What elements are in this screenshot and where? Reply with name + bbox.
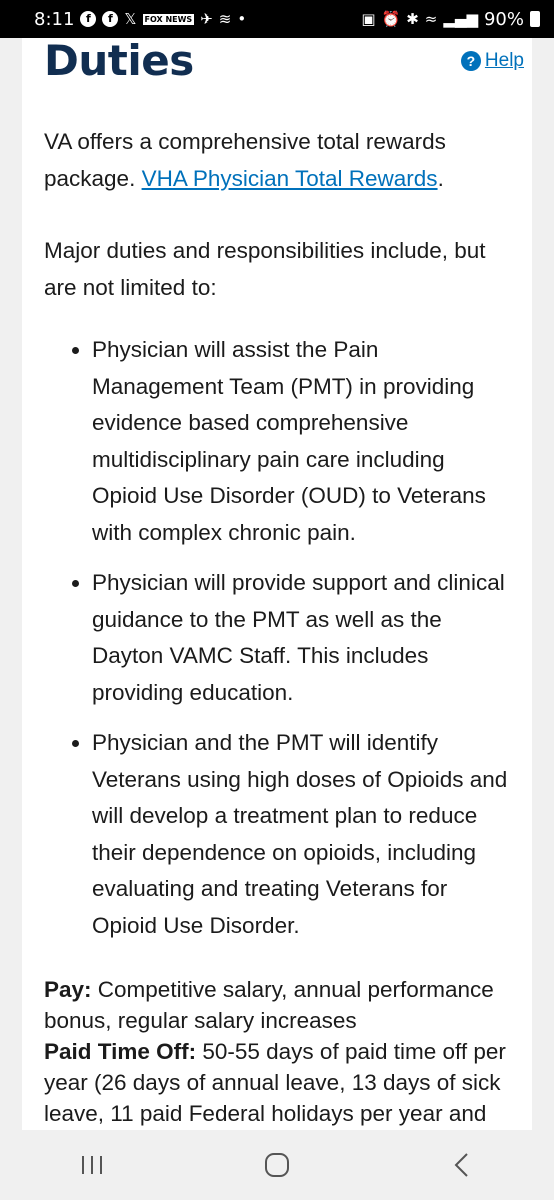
fox-news-icon: FOX NEWS bbox=[142, 13, 195, 25]
pay-label: Pay: bbox=[44, 977, 92, 1002]
recent-apps-icon bbox=[82, 1156, 103, 1174]
compensation-terms: Pay: Competitive salary, annual performa… bbox=[44, 974, 514, 1130]
status-bar-right: ▣ ⏰ ✱ ≈ ▂▄▆ 90% bbox=[361, 9, 540, 30]
bird-icon: ✈ bbox=[200, 9, 213, 28]
clock: 8:11 bbox=[34, 8, 75, 30]
duties-list: Physician will assist the Pain Managemen… bbox=[44, 332, 514, 944]
facebook-icon: f bbox=[80, 11, 97, 27]
pto-line: Paid Time Off: 50-55 days of paid time o… bbox=[44, 1036, 514, 1130]
pay-text: Competitive salary, annual performance b… bbox=[44, 977, 494, 1033]
home-button[interactable] bbox=[247, 1145, 307, 1185]
intro-paragraph: VA offers a comprehensive total rewards … bbox=[44, 124, 514, 197]
nfc-icon: ▣ bbox=[361, 9, 376, 28]
question-icon: ? bbox=[460, 51, 481, 71]
job-page: Duties ? Help VA offers a comprehensive … bbox=[22, 38, 532, 1130]
recent-apps-button[interactable] bbox=[62, 1145, 122, 1185]
dot-icon: • bbox=[237, 9, 247, 28]
duties-intro: Major duties and responsibilities includ… bbox=[44, 238, 486, 300]
navigation-bar bbox=[0, 1130, 554, 1200]
home-icon bbox=[264, 1153, 289, 1177]
x-icon: 𝕏 bbox=[124, 9, 137, 28]
pto-label: Paid Time Off: bbox=[44, 1039, 197, 1064]
back-button[interactable] bbox=[432, 1145, 492, 1185]
alarm-icon: ⏰ bbox=[381, 9, 401, 28]
back-icon bbox=[454, 1153, 468, 1177]
list-item: Physician will provide support and clini… bbox=[92, 565, 514, 711]
wind-icon: ≋ bbox=[218, 9, 232, 28]
facebook-icon: f bbox=[102, 11, 119, 27]
title-row: Duties ? Help bbox=[22, 38, 532, 100]
bluetooth-icon: ✱ bbox=[406, 9, 419, 28]
help-link[interactable]: ? Help bbox=[460, 50, 524, 72]
signal-icon: ▂▄▆ bbox=[443, 9, 478, 28]
total-rewards-link[interactable]: VHA Physician Total Rewards bbox=[142, 166, 438, 191]
page-title: Duties bbox=[44, 38, 194, 85]
list-item: Physician will assist the Pain Managemen… bbox=[92, 332, 514, 551]
wifi-icon: ≈ bbox=[424, 9, 438, 28]
status-bar: 8:11 f f 𝕏 FOX NEWS ✈ ≋ • ▣ ⏰ ✱ ≈ ▂▄▆ 90… bbox=[0, 0, 554, 38]
pay-line: Pay: Competitive salary, annual performa… bbox=[44, 974, 514, 1036]
list-item: Physician and the PMT will identify Vete… bbox=[92, 725, 514, 944]
status-bar-left: 8:11 f f 𝕏 FOX NEWS ✈ ≋ • bbox=[34, 9, 246, 30]
help-label: Help bbox=[484, 50, 524, 71]
battery-percent: 90% bbox=[483, 8, 524, 30]
duties-content: VA offers a comprehensive total rewards … bbox=[44, 124, 514, 1130]
battery-icon bbox=[530, 11, 540, 27]
intro-end: . bbox=[437, 165, 444, 191]
